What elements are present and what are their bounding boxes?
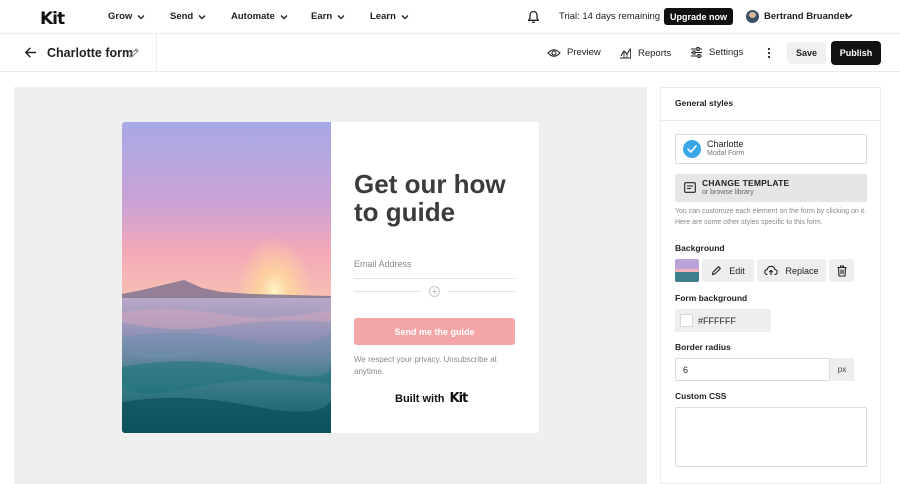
nav-item-label: Automate bbox=[231, 11, 275, 22]
edit-background-button[interactable]: Edit bbox=[702, 259, 754, 282]
custom-css-textarea[interactable] bbox=[675, 407, 867, 467]
more-options-icon[interactable] bbox=[767, 47, 771, 59]
background-label: Background bbox=[675, 243, 725, 253]
ocean-sunset-image[interactable] bbox=[122, 122, 331, 433]
replace-background-button[interactable]: Replace bbox=[757, 259, 826, 282]
edit-label: Edit bbox=[729, 265, 745, 276]
browse-library-link[interactable]: or browse library bbox=[702, 189, 754, 196]
settings-label: Settings bbox=[709, 47, 744, 58]
nav-item-automate[interactable]: Automate bbox=[231, 11, 288, 22]
publish-button[interactable]: Publish bbox=[831, 41, 881, 65]
background-thumbnail[interactable] bbox=[675, 259, 699, 282]
nav-item-earn[interactable]: Earn bbox=[311, 11, 345, 22]
eye-icon bbox=[547, 48, 561, 57]
preview-label: Preview bbox=[567, 47, 601, 58]
built-with-label: Built with bbox=[395, 392, 445, 405]
chart-icon bbox=[620, 48, 631, 59]
nav-item-label: Send bbox=[170, 11, 194, 22]
kit-logo: Kit bbox=[449, 391, 469, 406]
replace-label: Replace bbox=[785, 265, 819, 276]
form-preview[interactable]: Get our how to guide Email Address Send … bbox=[122, 122, 539, 433]
template-name: Charlotte bbox=[707, 139, 744, 149]
nav-item-send[interactable]: Send bbox=[170, 11, 206, 22]
nav-item-learn[interactable]: Learn bbox=[370, 11, 409, 22]
privacy-text[interactable]: We respect your privacy. Unsubscribe at … bbox=[354, 354, 514, 378]
nav-item-label: Grow bbox=[108, 11, 133, 22]
border-radius-value[interactable]: 6 bbox=[683, 365, 688, 375]
save-button[interactable]: Save bbox=[787, 42, 826, 64]
back-arrow-icon[interactable] bbox=[24, 46, 37, 59]
bell-icon[interactable] bbox=[527, 10, 540, 24]
pencil-icon[interactable] bbox=[128, 47, 140, 59]
settings-button[interactable]: Settings bbox=[690, 47, 743, 58]
border-radius-label: Border radius bbox=[675, 342, 731, 352]
form-headline[interactable]: Get our how to guide bbox=[354, 170, 524, 226]
cloud-upload-icon bbox=[764, 265, 779, 276]
form-background-label: Form background bbox=[675, 293, 748, 303]
help-text: You can customize each element on the fo… bbox=[675, 208, 867, 226]
kit-logo[interactable]: Kit bbox=[40, 9, 65, 29]
nav-item-label: Learn bbox=[370, 11, 396, 22]
border-radius-unit: px bbox=[830, 358, 854, 381]
upgrade-button[interactable]: Upgrade now bbox=[664, 8, 733, 25]
check-icon bbox=[683, 140, 701, 158]
chevron-down-icon bbox=[137, 14, 145, 19]
template-card[interactable] bbox=[675, 134, 867, 164]
add-field-icon[interactable] bbox=[429, 286, 440, 297]
delete-background-button[interactable] bbox=[829, 259, 854, 282]
color-swatch[interactable] bbox=[680, 314, 693, 327]
divider-line bbox=[448, 291, 515, 292]
chevron-down-icon bbox=[198, 14, 206, 19]
built-with-badge[interactable]: Built with Kit bbox=[395, 391, 469, 406]
chevron-down-icon bbox=[401, 14, 409, 19]
nav-item-grow[interactable]: Grow bbox=[108, 11, 145, 22]
border-radius-input[interactable] bbox=[675, 358, 830, 381]
user-name[interactable]: Bertrand Bruandet bbox=[764, 11, 848, 22]
chevron-down-icon[interactable] bbox=[845, 12, 853, 20]
panel-title: General styles bbox=[675, 98, 734, 108]
sliders-icon bbox=[691, 47, 702, 58]
trial-status: Trial: 14 days remaining bbox=[559, 11, 661, 22]
chevron-down-icon bbox=[337, 14, 345, 19]
change-template-label: CHANGE TEMPLATE bbox=[702, 178, 790, 188]
preview-button[interactable]: Preview bbox=[547, 47, 601, 58]
reports-label: Reports bbox=[638, 47, 672, 59]
reports-button[interactable]: Reports bbox=[619, 47, 671, 59]
email-field[interactable]: Email Address bbox=[354, 259, 515, 279]
chevron-down-icon bbox=[280, 14, 288, 19]
form-title[interactable]: Charlotte form bbox=[47, 46, 133, 60]
toolbar-divider bbox=[156, 34, 157, 72]
custom-css-label: Custom CSS bbox=[675, 391, 727, 401]
submit-button[interactable]: Send me the guide bbox=[354, 318, 515, 345]
trash-icon bbox=[837, 264, 846, 277]
form-background-value[interactable]: #FFFFFF bbox=[698, 316, 736, 326]
nav-item-label: Earn bbox=[311, 11, 333, 22]
add-field-divider[interactable] bbox=[354, 286, 515, 298]
pencil-icon bbox=[712, 265, 722, 276]
template-icon bbox=[684, 182, 696, 193]
template-type: Modal Form bbox=[707, 150, 745, 157]
avatar[interactable] bbox=[746, 10, 759, 23]
divider-line bbox=[354, 291, 421, 292]
